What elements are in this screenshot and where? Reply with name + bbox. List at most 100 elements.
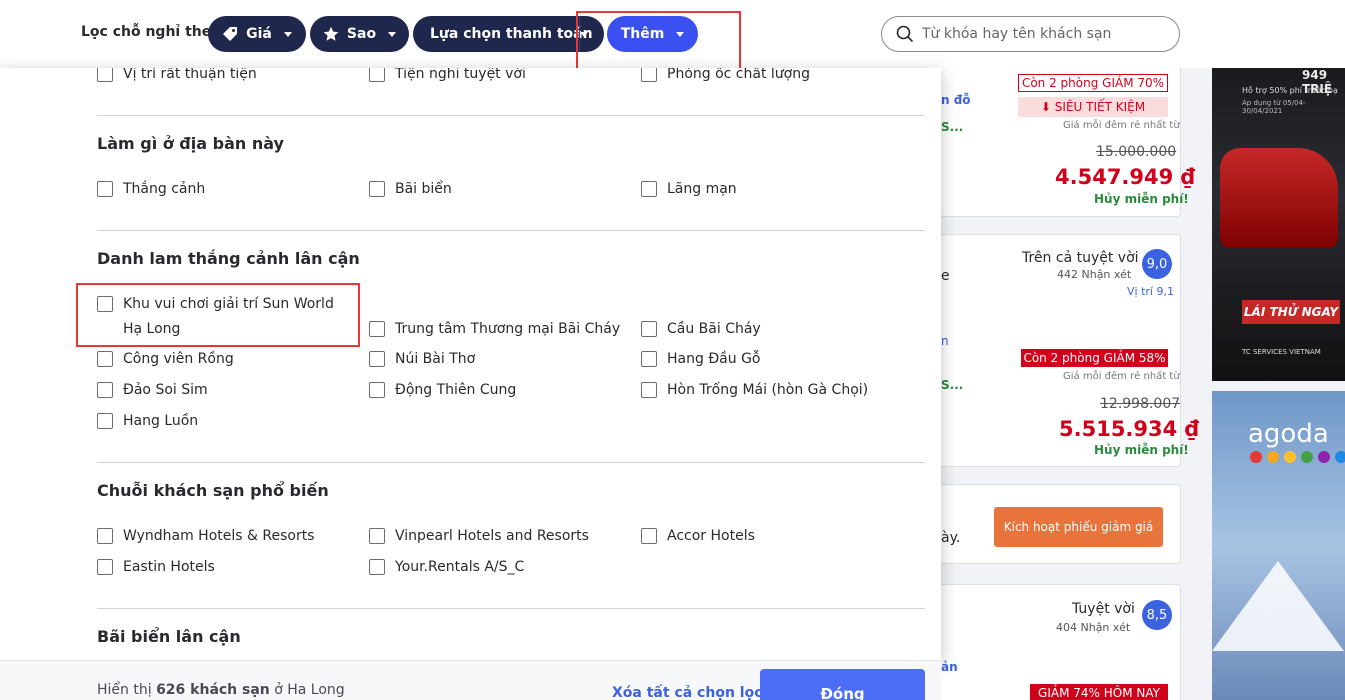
option-label: Hang Đầu Gỗ xyxy=(667,351,761,367)
filter-option[interactable]: Công viên Rồng xyxy=(97,347,234,372)
option-label: Lãng mạn xyxy=(667,181,737,197)
option-label: Vinpearl Hotels and Resorts xyxy=(395,528,589,544)
option-label: Đảo Soi Sim xyxy=(123,382,208,398)
ad-promo: Hỗ trợ 50% phí trước bạ xyxy=(1242,86,1338,95)
review-count: 442 Nhận xét xyxy=(1057,268,1132,281)
chevron-down-icon xyxy=(283,31,292,37)
hotel-card[interactable] xyxy=(939,584,1181,700)
filter-option[interactable]: Thắng cảnh xyxy=(97,177,205,202)
checkbox[interactable] xyxy=(97,559,113,575)
option-label: Hòn Trống Mái (hòn Gà Chọi) xyxy=(667,382,869,398)
filter-option[interactable]: Hang Đầu Gỗ xyxy=(641,347,760,372)
checkbox[interactable] xyxy=(97,413,113,429)
section-divider xyxy=(97,230,925,231)
arrow-down-icon: ⬇ xyxy=(1040,100,1055,114)
checkbox[interactable] xyxy=(641,528,657,544)
filter-option[interactable]: Trung tâm Thương mại Bãi Cháy xyxy=(369,317,620,342)
checkbox[interactable] xyxy=(641,68,657,82)
checkbox[interactable] xyxy=(97,382,113,398)
agoda-ad-banner[interactable]: agoda xyxy=(1212,391,1345,700)
checkbox[interactable] xyxy=(97,351,113,367)
filter-option[interactable]: Bãi biển xyxy=(369,177,452,202)
search-box[interactable] xyxy=(881,16,1180,52)
star-filter-button[interactable]: Sao xyxy=(310,16,409,52)
section-divider xyxy=(97,608,925,609)
checkbox[interactable] xyxy=(369,528,385,544)
checkbox[interactable] xyxy=(369,181,385,197)
checkbox[interactable] xyxy=(97,68,113,82)
score-badge: 9,0 xyxy=(1142,249,1172,279)
checkbox[interactable] xyxy=(641,181,657,197)
checkbox[interactable] xyxy=(369,382,385,398)
filter-option[interactable]: Động Thiên Cung xyxy=(369,378,516,403)
hotel-fragment: n đỗ xyxy=(941,93,971,107)
filter-option[interactable]: Đảo Soi Sim xyxy=(97,378,208,403)
filter-option[interactable]: Hang Luồn xyxy=(97,409,198,434)
location-score: Vị trí 9,1 xyxy=(1127,285,1174,298)
price: 5.515.934 ₫ xyxy=(1059,417,1200,441)
filter-option[interactable]: Phòng ốc chất lượng xyxy=(641,68,810,87)
option-label: Cầu Bãi Cháy xyxy=(667,321,761,337)
filter-option[interactable]: Your.Rentals A/S_C xyxy=(369,555,524,580)
hotel-fragment: n xyxy=(941,334,949,348)
filter-option[interactable]: Eastin Hotels xyxy=(97,555,215,580)
panel-footer: Hiển thị 626 khách sạn ở Ha Long Xóa tất… xyxy=(0,660,941,700)
filter-option[interactable]: Tiện nghi tuyệt vời xyxy=(369,68,526,87)
section-title-beaches: Bãi biển lân cận xyxy=(97,627,241,646)
deal-label: SIÊU TIẾT KIỆM xyxy=(1054,100,1146,114)
old-price: 12.998.007 xyxy=(1100,396,1181,412)
checkbox[interactable] xyxy=(641,321,657,337)
search-input[interactable] xyxy=(922,26,1162,42)
option-label: Eastin Hotels xyxy=(123,559,215,575)
filter-label: Lọc chỗ nghỉ theo xyxy=(81,24,221,40)
checkbox[interactable] xyxy=(369,68,385,82)
checkbox[interactable] xyxy=(641,382,657,398)
hotel-fragment: ản xyxy=(941,660,958,674)
option-label: Phòng ốc chất lượng xyxy=(667,68,810,82)
ad-cta[interactable]: LÁI THỬ NGAY xyxy=(1242,300,1340,324)
filter-option[interactable]: Cầu Bãi Cháy xyxy=(641,317,761,342)
filter-option[interactable]: Accor Hotels xyxy=(641,524,755,549)
filter-option[interactable]: Hòn Trống Mái (hòn Gà Chọi) xyxy=(641,378,868,403)
rooms-left-badge: Còn 2 phòng GIẢM 70% xyxy=(1018,74,1168,92)
agoda-logo: agoda xyxy=(1248,419,1329,449)
star-icon xyxy=(323,26,339,41)
section-divider xyxy=(97,115,925,116)
deal-badge: ⬇ SIÊU TIẾT KIỆM xyxy=(1018,97,1168,117)
section-divider xyxy=(97,462,925,463)
activate-coupon-button[interactable]: Kích hoạt phiếu giảm giá xyxy=(994,507,1163,547)
payment-filter-label: Lựa chọn thanh toán xyxy=(430,26,593,42)
checkbox[interactable] xyxy=(97,528,113,544)
checkbox[interactable] xyxy=(369,559,385,575)
highlight-box xyxy=(76,283,360,347)
checkbox[interactable] xyxy=(97,181,113,197)
filter-option[interactable]: Lãng mạn xyxy=(641,177,737,202)
rating-text: Trên cả tuyệt vời xyxy=(1022,250,1139,266)
ad-brand: TC SERVICES VIETNAM xyxy=(1242,348,1321,356)
filter-bar: Lọc chỗ nghỉ theo Giá Sao Lựa chọn thanh… xyxy=(0,0,1345,70)
close-button[interactable]: Đóng xyxy=(760,669,925,700)
filter-option[interactable]: Núi Bài Thơ xyxy=(369,347,475,372)
discount-badge: GIẢM 74% HÔM NAY xyxy=(1030,684,1168,700)
filter-option[interactable]: Vị trí rất thuận tiện xyxy=(97,68,257,87)
checkbox[interactable] xyxy=(641,351,657,367)
review-count: 404 Nhận xét xyxy=(1056,621,1131,634)
results-prefix: Hiển thị xyxy=(97,682,157,698)
score-badge: 8,5 xyxy=(1142,600,1172,630)
promo-text: ày. xyxy=(941,530,961,546)
option-label: Accor Hotels xyxy=(667,528,755,544)
price-filter-button[interactable]: Giá xyxy=(208,16,306,52)
price-filter-label: Giá xyxy=(246,26,272,42)
chevron-down-icon xyxy=(388,31,397,37)
checkbox[interactable] xyxy=(369,351,385,367)
car-image xyxy=(1220,148,1338,248)
price-note: Giá mỗi đêm rẻ nhất từ xyxy=(1063,120,1180,131)
filter-option[interactable]: Vinpearl Hotels and Resorts xyxy=(369,524,589,549)
results-suffix: ở Ha Long xyxy=(269,682,345,698)
option-label: Tiện nghi tuyệt vời xyxy=(395,68,526,82)
filter-option[interactable]: Wyndham Hotels & Resorts xyxy=(97,524,315,549)
price: 4.547.949 ₫ xyxy=(1055,165,1196,189)
car-ad-banner[interactable]: 949 TRIỆ Hỗ trợ 50% phí trước bạ Áp dụng… xyxy=(1212,68,1345,381)
clear-all-link[interactable]: Xóa tất cả chọn lọc xyxy=(612,685,763,700)
checkbox[interactable] xyxy=(369,321,385,337)
